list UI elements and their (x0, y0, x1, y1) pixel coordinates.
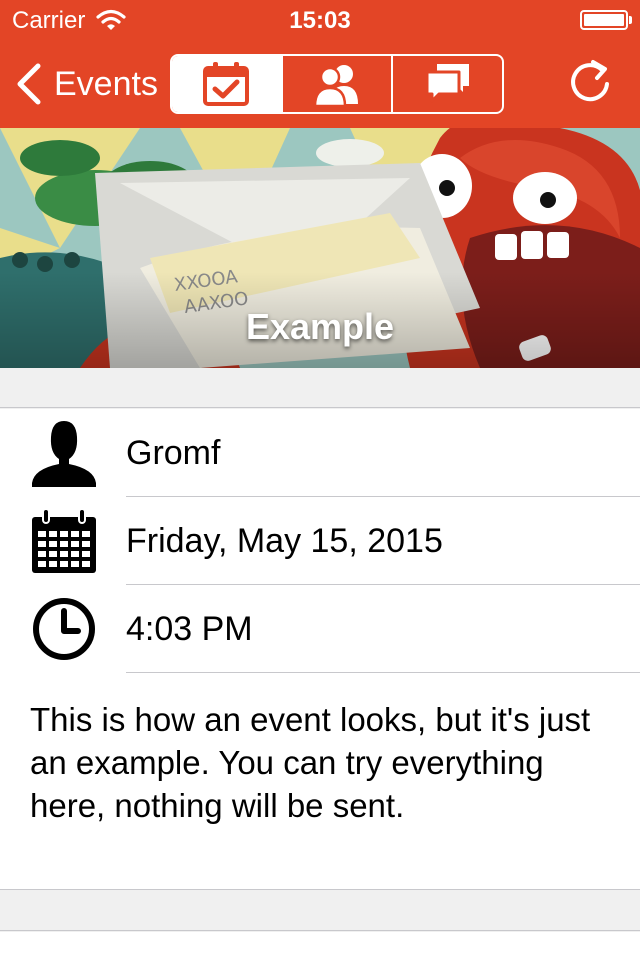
chat-bubbles-icon (425, 64, 469, 103)
event-date: Friday, May 15, 2015 (126, 521, 443, 560)
time-row[interactable]: 4:03 PM (0, 585, 640, 673)
event-details-card: Gromf Friday, May 15, 2015 4:03 PM This … (0, 409, 640, 889)
event-description: This is how an event looks, but it's jus… (30, 701, 591, 824)
organizer-name: Gromf (126, 433, 221, 472)
calendar-check-icon (203, 62, 250, 106)
clock-icon (33, 598, 95, 660)
calendar-icon (32, 508, 96, 573)
event-title: Example (245, 306, 395, 347)
tab-attendees[interactable] (280, 56, 392, 112)
battery-tip (629, 16, 632, 24)
section-spacer (0, 368, 640, 408)
status-time: 15:03 (289, 7, 351, 34)
back-label: Events (54, 64, 158, 103)
organizer-row[interactable]: Gromf (0, 409, 640, 497)
event-header-image: XXOOA AAXOO Example (0, 128, 640, 368)
tab-comments[interactable] (391, 56, 502, 112)
next-section (0, 932, 640, 960)
back-button[interactable]: Events (14, 58, 158, 110)
navigation-bar: Carrier 15:03 Events (0, 0, 640, 128)
person-icon (32, 421, 96, 487)
view-segmented-control (170, 54, 504, 114)
section-spacer (0, 889, 640, 931)
refresh-icon[interactable] (566, 58, 614, 108)
row-separator (126, 672, 640, 673)
date-row[interactable]: Friday, May 15, 2015 (0, 497, 640, 585)
chevron-left-icon (17, 63, 41, 105)
people-icon (313, 65, 358, 108)
tab-event-details[interactable] (172, 56, 281, 112)
status-bar: Carrier 15:03 (0, 0, 640, 40)
event-time: 4:03 PM (126, 609, 253, 648)
battery-icon (580, 10, 628, 30)
